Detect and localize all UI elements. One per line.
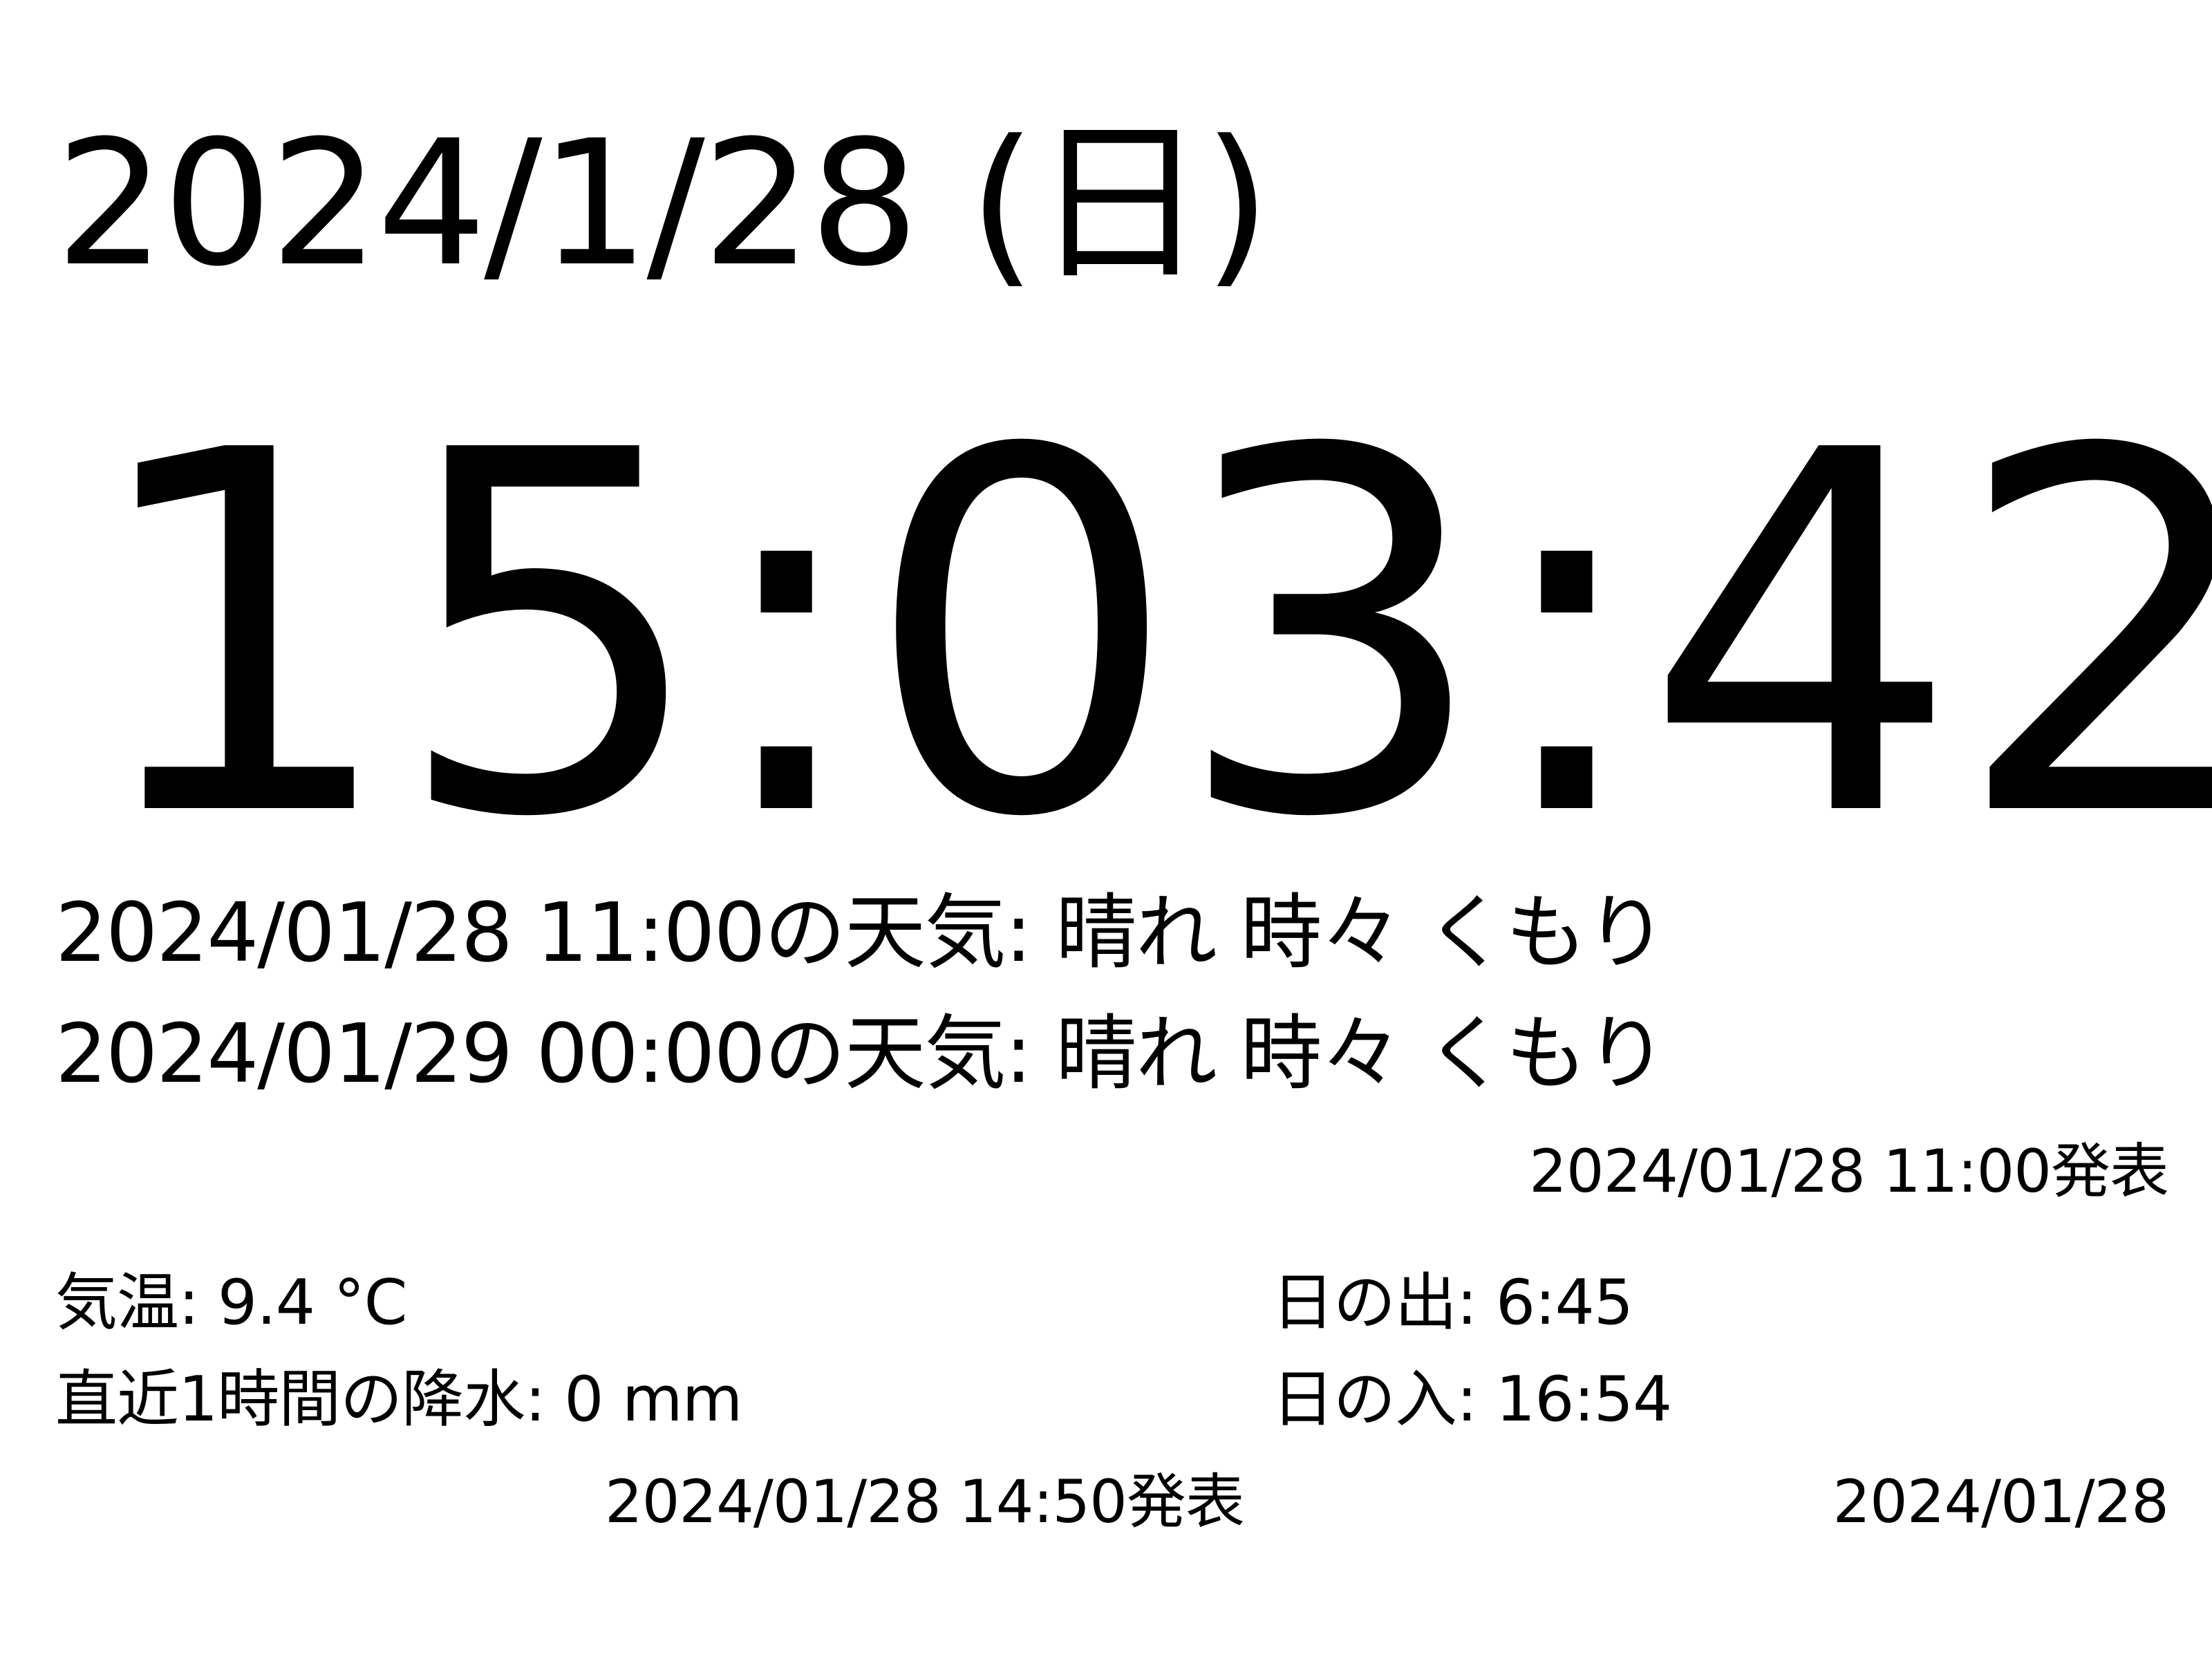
current-time: 15:03:42 — [83, 346, 2212, 926]
current-date: 2024/1/28 (日) — [55, 103, 1271, 304]
sunset-time: 日の入: 16:54 — [1272, 1363, 1672, 1436]
sunrise-time: 日の出: 6:45 — [1272, 1266, 1633, 1339]
forecast-line-1: 2024/01/28 11:00の天気: 晴れ 時々 くもり — [55, 885, 1667, 980]
observation-issued-time: 2024/01/28 14:50発表 — [605, 1468, 1245, 1537]
precipitation-reading: 直近1時間の降水: 0 mm — [55, 1363, 742, 1436]
forecast-issued-time: 2024/01/28 11:00発表 — [1529, 1137, 2169, 1206]
sun-data-date: 2024/01/28 — [1833, 1468, 2169, 1537]
temperature-reading: 気温: 9.4 °C — [55, 1266, 408, 1339]
forecast-line-2: 2024/01/29 00:00の天気: 晴れ 時々 くもり — [55, 1006, 1667, 1101]
